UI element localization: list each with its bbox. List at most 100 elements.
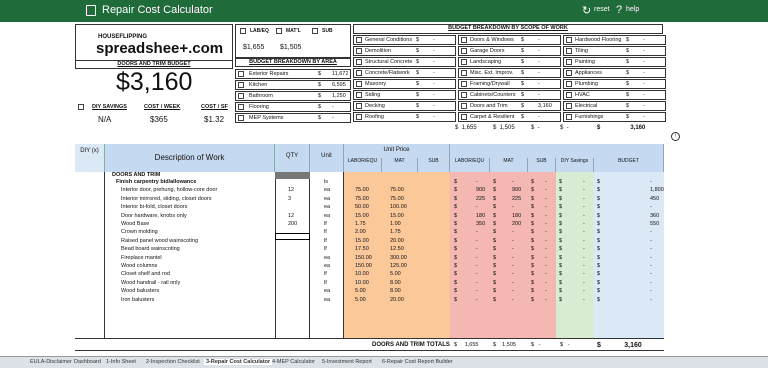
row-mat-price[interactable]: 20.00: [390, 238, 404, 244]
area-checkbox[interactable]: [238, 71, 244, 77]
row-labor-price[interactable]: 17.50: [355, 246, 369, 252]
area-checkbox[interactable]: [238, 104, 244, 110]
scope-checkbox[interactable]: [461, 70, 467, 76]
row-labor-price[interactable]: 5.00: [355, 288, 366, 294]
scope-checkbox[interactable]: [566, 59, 572, 65]
scope-checkbox[interactable]: [566, 114, 572, 120]
scope-checkbox[interactable]: [461, 103, 467, 109]
area-currency: $: [318, 93, 322, 99]
row-unit: ea: [324, 288, 331, 295]
row-labor-price[interactable]: 75.00: [355, 196, 369, 202]
row-labor-price[interactable]: 1.75: [355, 221, 366, 227]
row-qty[interactable]: 12: [288, 187, 294, 193]
scope-checkbox[interactable]: [566, 81, 572, 87]
reset-link[interactable]: reset: [594, 6, 610, 13]
scope-value: -: [433, 59, 435, 65]
sheet-tab[interactable]: 6-Repair Cost Report Builder: [382, 359, 453, 365]
area-checkbox[interactable]: [238, 93, 244, 99]
row-labor-price[interactable]: 50.00: [355, 204, 369, 210]
matl-label: MAT'L: [286, 28, 301, 34]
area-checkbox[interactable]: [238, 115, 244, 121]
row-mat-price[interactable]: 125.00: [390, 263, 407, 269]
lab-eq-checkbox[interactable]: [240, 28, 246, 34]
scroll-up-icon[interactable]: ↑: [671, 132, 680, 141]
col-totals-header: [450, 144, 664, 158]
sheet-tab[interactable]: 1-Info Sheet: [106, 359, 136, 365]
row-labor-price[interactable]: 10.00: [355, 280, 369, 286]
row-mat-price[interactable]: 15.00: [390, 213, 404, 219]
row-mat-price[interactable]: 1.75: [390, 229, 401, 235]
row-labor-price[interactable]: 150.00: [355, 255, 372, 261]
scope-checkbox[interactable]: [461, 81, 467, 87]
scope-checkbox[interactable]: [356, 103, 362, 109]
sheet-tab[interactable]: 2-Inspection Checklist: [146, 359, 200, 365]
scope-checkbox[interactable]: [461, 114, 467, 120]
sub-checkbox[interactable]: [312, 28, 318, 34]
row-currency: $: [559, 288, 563, 295]
row-currency: $: [559, 263, 563, 269]
scope-checkbox[interactable]: [566, 103, 572, 109]
help-icon[interactable]: ?: [616, 4, 622, 16]
total-diy: $ -: [560, 342, 570, 348]
sheet-tab[interactable]: Dashboard: [74, 359, 101, 365]
sheet-tab[interactable]: 4-MEP Calculator: [272, 359, 315, 365]
scope-checkbox[interactable]: [566, 70, 572, 76]
row-labor-price[interactable]: 15.00: [355, 213, 369, 219]
scope-checkbox[interactable]: [461, 92, 467, 98]
row-labor-price[interactable]: 10.00: [355, 271, 369, 277]
row-mat-price[interactable]: 100.00: [390, 204, 407, 210]
reset-icon[interactable]: ↻: [582, 4, 591, 17]
sheet-tab[interactable]: EULA-Disclaimer: [30, 359, 72, 365]
diy-savings-checkbox[interactable]: [78, 104, 84, 110]
scope-checkbox[interactable]: [461, 37, 467, 43]
row-mat-price[interactable]: 5.00: [390, 271, 401, 277]
row-labor-price[interactable]: 2.00: [355, 229, 366, 235]
scope-currency: $: [521, 59, 525, 65]
area-currency: $: [318, 71, 322, 77]
row-mat-price[interactable]: 1.00: [390, 221, 401, 227]
row-mat-price[interactable]: 300.00: [390, 255, 407, 261]
row-mat-price[interactable]: 12.50: [390, 246, 404, 252]
scope-checkbox[interactable]: [566, 37, 572, 43]
row-labor-total: 900: [476, 187, 486, 194]
row-labor-price[interactable]: 150.00: [355, 263, 372, 269]
scope-checkbox[interactable]: [566, 48, 572, 54]
scope-checkbox[interactable]: [356, 92, 362, 98]
scope-checkbox[interactable]: [356, 48, 362, 54]
sf-value: $1.32: [204, 115, 225, 124]
row-labor-price[interactable]: 15.00: [355, 238, 369, 244]
scope-value: -: [433, 48, 435, 54]
scope-checkbox[interactable]: [461, 48, 467, 54]
scope-checkbox[interactable]: [566, 92, 572, 98]
row-mat-price[interactable]: 8.00: [390, 280, 401, 286]
row-currency: $: [559, 187, 563, 194]
scope-checkbox[interactable]: [461, 59, 467, 65]
row-qty[interactable]: 12: [288, 213, 294, 219]
area-checkbox[interactable]: [238, 82, 244, 88]
scope-value: -: [538, 81, 540, 87]
sheet-tab[interactable]: 5-Investment Report: [322, 359, 372, 365]
row-unit: lf: [324, 271, 327, 278]
selected-cell[interactable]: [275, 233, 310, 240]
row-mat-price[interactable]: 20.00: [390, 297, 404, 303]
scope-checkbox[interactable]: [356, 59, 362, 65]
scope-checkbox[interactable]: [356, 81, 362, 87]
row-mat-price[interactable]: 8.00: [390, 288, 401, 294]
sheet-tab[interactable]: 3-Repair Cost Calculator: [204, 359, 273, 365]
matl-checkbox[interactable]: [276, 28, 282, 34]
row-qty[interactable]: 3: [288, 196, 291, 202]
row-mat-price[interactable]: 75.00: [390, 196, 404, 202]
scope-checkbox[interactable]: [356, 37, 362, 43]
row-currency: $: [493, 237, 497, 244]
row-labor-price[interactable]: 75.00: [355, 187, 369, 193]
row-mat-price[interactable]: 75.00: [390, 187, 404, 193]
row-sub-total: -: [545, 187, 547, 194]
scope-checkbox[interactable]: [356, 70, 362, 76]
row-diy: -: [583, 246, 585, 253]
row-qty[interactable]: 200: [288, 221, 297, 227]
area-currency: $: [318, 104, 322, 110]
scope-currency: $: [626, 37, 630, 43]
row-labor-price[interactable]: 5.00: [355, 297, 366, 303]
scope-checkbox[interactable]: [356, 114, 362, 120]
help-link[interactable]: help: [626, 6, 639, 13]
